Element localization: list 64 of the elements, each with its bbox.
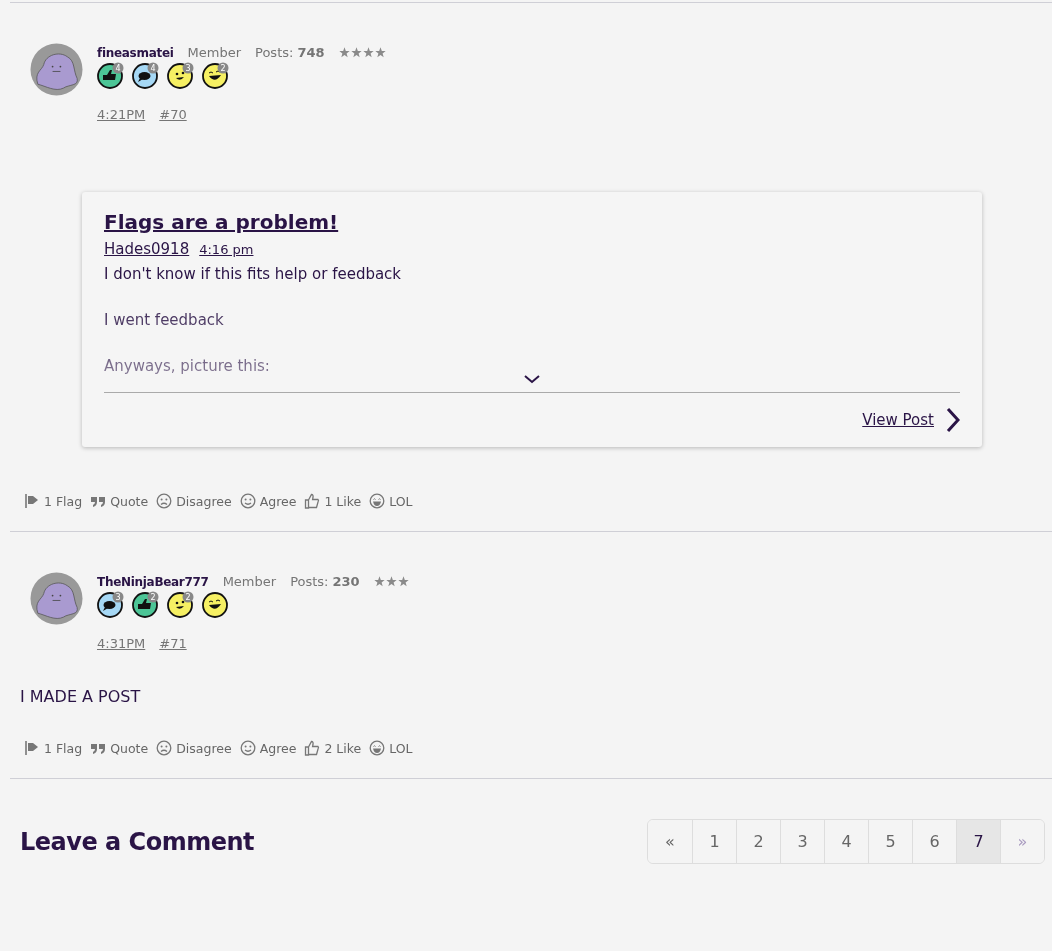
flag-icon <box>24 740 40 756</box>
reaction-button[interactable]: Quote <box>90 740 149 756</box>
reaction-button[interactable]: Agree <box>239 740 297 756</box>
star-icon <box>397 576 409 587</box>
agree-icon <box>239 740 256 756</box>
star-icon <box>350 47 362 58</box>
like-icon <box>304 493 321 509</box>
reaction-button[interactable]: Disagree <box>156 740 232 756</box>
username-link[interactable]: TheNinjaBear777 <box>97 574 209 589</box>
flag-icon <box>24 493 40 509</box>
star-icon <box>385 576 397 587</box>
posts-count: 230 <box>332 574 360 589</box>
reaction-button[interactable]: 1 Flag <box>24 493 83 509</box>
lol-icon <box>369 740 386 756</box>
comment-badge-icon: 4 <box>132 62 159 89</box>
quote-paragraph: I don't know if this fits help or feedback <box>104 265 402 283</box>
disagree-icon <box>156 740 173 756</box>
posts-count: 748 <box>297 45 325 60</box>
lol-icon <box>369 493 386 509</box>
reaction-button[interactable]: LOL <box>369 493 413 509</box>
reaction-button[interactable]: LOL <box>369 740 413 756</box>
posts-label: Posts: <box>255 45 294 60</box>
quote-time-link[interactable]: 4:16 pm <box>199 242 254 257</box>
post-time-link[interactable]: 4:21PM <box>97 107 146 122</box>
chevron-down-icon <box>522 372 542 386</box>
role-label: Member <box>187 45 242 60</box>
reaction-button[interactable]: Agree <box>239 493 297 509</box>
star-icon <box>362 47 374 58</box>
posts-label: Posts: <box>290 574 329 589</box>
comment-badge-icon: 3 <box>97 591 124 618</box>
quote-paragraph: I went feedback <box>104 311 224 329</box>
wink-badge-icon: 2 <box>167 591 194 618</box>
post-number-link[interactable]: #71 <box>159 636 187 651</box>
page-button[interactable]: 7 <box>956 820 1000 863</box>
avatar-icon <box>30 43 83 96</box>
grin-badge-icon <box>202 591 229 618</box>
quote-author-link[interactable]: Hades0918 <box>104 240 190 258</box>
star-icon <box>338 47 350 58</box>
quote-title-link[interactable]: Flags are a problem! <box>104 210 339 234</box>
section-heading: Leave a Comment <box>20 827 255 856</box>
agree-icon <box>239 493 256 509</box>
like-badge-icon: 4 <box>97 62 124 89</box>
post-number-link[interactable]: #70 <box>159 107 187 122</box>
like-badge-icon: 2 <box>132 591 159 618</box>
like-icon <box>304 740 321 756</box>
reaction-button[interactable]: 2 Like <box>304 740 362 756</box>
post-time-link[interactable]: 4:31PM <box>97 636 146 651</box>
wink-badge-icon: 3 <box>167 62 194 89</box>
view-post-link[interactable]: View Post <box>862 411 934 429</box>
chevron-right-icon <box>946 407 960 433</box>
grin-badge-icon: 2 <box>202 62 229 89</box>
reaction-button[interactable]: 1 Flag <box>24 740 83 756</box>
star-icon <box>373 576 385 587</box>
reaction-button[interactable]: Quote <box>90 493 149 509</box>
avatar-icon <box>30 572 83 625</box>
expand-button[interactable] <box>522 372 542 386</box>
disagree-icon <box>156 493 173 509</box>
role-label: Member <box>222 574 277 589</box>
reaction-button[interactable]: 1 Like <box>304 493 362 509</box>
quote-paragraph: Anyways, picture this: <box>104 357 270 375</box>
reaction-button[interactable]: Disagree <box>156 493 232 509</box>
star-icon <box>374 47 386 58</box>
post-text: I MADE A POST <box>19 687 142 706</box>
username-link[interactable]: fineasmatei <box>97 45 174 60</box>
